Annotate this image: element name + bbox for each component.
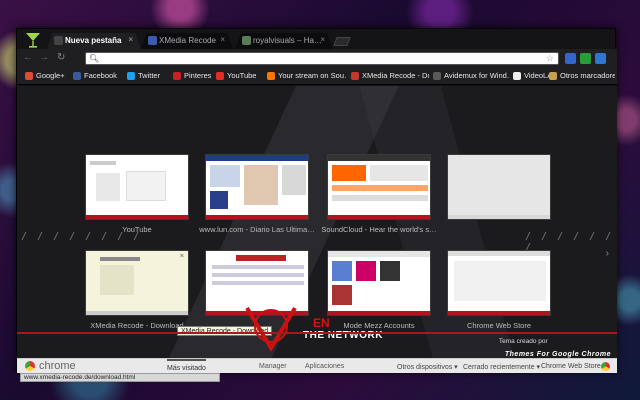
- reload-icon[interactable]: ↻: [57, 52, 65, 64]
- chrome-web-store-link[interactable]: Chrome Web Store: [541, 363, 601, 370]
- xmedia-favicon-icon: [148, 36, 157, 45]
- new-tab-page: / / / / / / / / / / / / / / / › YouTube …: [17, 86, 617, 373]
- credit-author: Themes For Google Chrome: [504, 351, 611, 358]
- page-icon: [513, 72, 521, 80]
- thumbnail-soundcloud[interactable]: [327, 154, 431, 220]
- chrome-logo-icon: [25, 361, 35, 371]
- theme-credit: Tema creado por Themes For Google Chrome: [499, 338, 611, 358]
- divider: [17, 332, 617, 334]
- tab-new-tab[interactable]: Nueva pestaña ×: [47, 33, 141, 49]
- tab-apps[interactable]: Aplicaciones: [305, 363, 344, 370]
- close-icon[interactable]: ×: [320, 35, 325, 44]
- thumbnail-lun[interactable]: [205, 154, 309, 220]
- tab-strip: Nueva pestaña × XMedia Recode × royalvis…: [17, 29, 617, 49]
- bookmark-label: Otros marcadores: [560, 71, 615, 80]
- thumbnail-chrome-web-store[interactable]: [447, 250, 551, 316]
- thumbnail-label: Chrome Web Store: [466, 321, 532, 330]
- back-arrow-icon[interactable]: ←: [23, 52, 33, 64]
- youtube-icon: [216, 72, 224, 80]
- cocktail-glass-icon: [26, 33, 40, 48]
- ntp-footer: chrome Más visitado Manager Aplicaciones…: [17, 358, 617, 373]
- google-plus-icon: [25, 72, 33, 80]
- thumbnail-label: SoundCloud - Hear the world's s…: [321, 225, 437, 234]
- theme-brand-logo: EN THE NETWORK: [243, 304, 403, 354]
- bookmark-soundcloud[interactable]: Your stream on Sou…: [267, 70, 347, 82]
- bookmark-label: Your stream on Sou…: [278, 71, 347, 80]
- bookmark-label: Google+: [36, 71, 65, 80]
- twitter-icon: [127, 72, 135, 80]
- facebook-icon: [73, 72, 81, 80]
- tab-royalvisuals[interactable]: royalvisuals – Ha… ×: [235, 33, 333, 49]
- tab-most-visited[interactable]: Más visitado: [167, 359, 206, 372]
- tab-xmedia-recode[interactable]: XMedia Recode ×: [141, 33, 233, 49]
- bookmark-facebook[interactable]: Facebook: [73, 70, 123, 82]
- other-devices-menu[interactable]: Otros dispositivos ▾: [397, 363, 458, 371]
- bookmark-label: YouTube: [227, 71, 257, 80]
- new-tab-button[interactable]: [333, 37, 351, 46]
- credit-line: Tema creado por: [498, 338, 548, 345]
- soundcloud-icon: [267, 72, 275, 80]
- search-icon: 🔍︎: [89, 54, 100, 63]
- forward-arrow-icon[interactable]: →: [39, 52, 49, 64]
- thumbnail-youtube[interactable]: [85, 154, 189, 220]
- extension-icon[interactable]: [580, 53, 591, 64]
- deviantart-favicon-icon: [242, 36, 251, 45]
- xmedia-favicon-icon: [351, 72, 359, 80]
- thumbnail-label: www.lun.com - Diario Las Ultima…: [199, 225, 315, 234]
- web-store-icon[interactable]: [601, 362, 610, 371]
- bookmark-label: Avidemux for Wind…: [444, 71, 509, 80]
- thumbnail-xmedia-recode[interactable]: ×: [85, 250, 189, 316]
- bookmark-avidemux[interactable]: Avidemux for Wind…: [433, 70, 509, 82]
- new-tab-icon: [54, 36, 63, 45]
- chevron-right-icon[interactable]: ›: [606, 248, 609, 259]
- thumbnail-empty[interactable]: [447, 154, 551, 220]
- brand-en: EN: [313, 316, 330, 330]
- shield-extension-icon[interactable]: [595, 53, 606, 64]
- bookmark-pinterest[interactable]: Pinterest: [173, 70, 211, 82]
- tab-label: royalvisuals – Ha…: [253, 36, 322, 45]
- tab-manager[interactable]: Manager: [259, 363, 287, 370]
- close-icon[interactable]: ×: [220, 35, 225, 44]
- bookmark-label: Twitter: [138, 71, 161, 80]
- bookmark-other-folder[interactable]: Otros marcadores: [549, 70, 615, 82]
- mail-extension-icon[interactable]: [565, 53, 576, 64]
- chrome-brand: chrome: [39, 360, 76, 372]
- bookmark-label: XMedia Recode - Do…: [362, 71, 429, 80]
- close-icon[interactable]: ×: [180, 253, 184, 260]
- omnibox[interactable]: 🔍︎ ☆: [85, 52, 559, 69]
- recently-closed-menu[interactable]: Cerrado recientemente ▾: [463, 363, 540, 371]
- bookmark-label: Pinterest: [184, 71, 211, 80]
- folder-icon: [549, 72, 557, 80]
- bookmark-google-plus[interactable]: Google+: [25, 70, 69, 82]
- tab-label: XMedia Recode: [159, 36, 216, 45]
- bookmark-label: Facebook: [84, 71, 117, 80]
- thumbnail-label: YouTube: [122, 225, 152, 234]
- tab-label: Nueva pestaña: [65, 36, 122, 45]
- bookmark-youtube[interactable]: YouTube: [216, 70, 262, 82]
- browser-window: Nueva pestaña × XMedia Recode × royalvis…: [16, 28, 617, 373]
- navigation-toolbar: ← → ↻ 🔍︎ ☆: [17, 49, 617, 69]
- bookmark-twitter[interactable]: Twitter: [127, 70, 167, 82]
- bookmark-xmedia-recode[interactable]: XMedia Recode - Do…: [351, 70, 429, 82]
- avidemux-icon: [433, 72, 441, 80]
- bookmark-star-icon[interactable]: ☆: [546, 53, 554, 64]
- v-logo-icon: [245, 306, 297, 352]
- close-icon[interactable]: ×: [128, 35, 133, 44]
- bookmarks-bar: Google+ Facebook Twitter Pinterest YouTu…: [17, 67, 617, 85]
- status-bar-url: www.xmedia-recode.de/download.html: [20, 373, 220, 382]
- pinterest-icon: [173, 72, 181, 80]
